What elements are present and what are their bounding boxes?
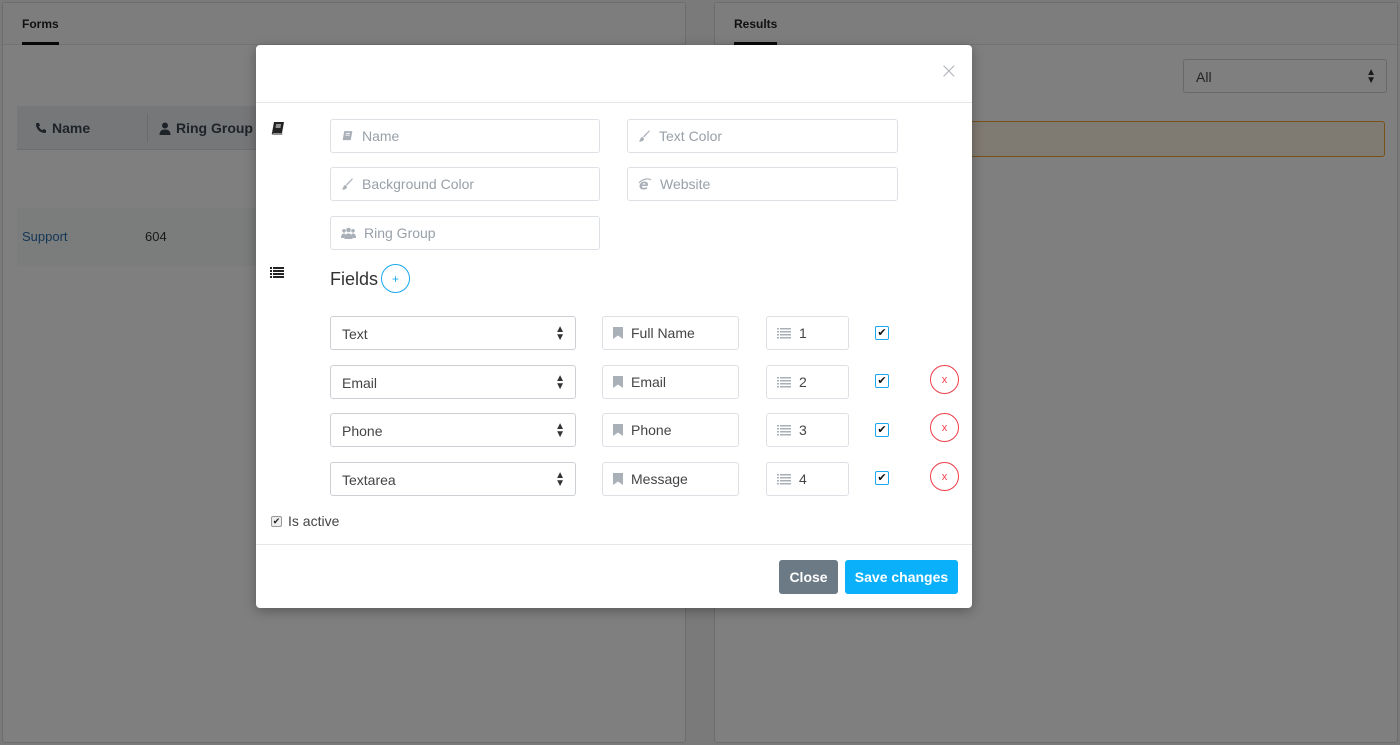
bookmark-icon xyxy=(613,327,623,339)
bookmark-icon xyxy=(613,473,623,485)
select-arrows-icon: ▲▼ xyxy=(555,373,565,392)
bookmark-icon xyxy=(613,376,623,388)
ring-group-placeholder: Ring Group xyxy=(364,225,436,241)
field-type-value: Textarea xyxy=(342,472,396,488)
field-order-value: 1 xyxy=(799,325,807,341)
background-color-placeholder: Background Color xyxy=(362,176,475,192)
modal-header: × xyxy=(256,45,972,103)
field-type-value: Email xyxy=(342,375,378,391)
field-type-value: Text xyxy=(342,326,368,342)
brush-icon xyxy=(639,130,650,142)
is-active-checkbox[interactable]: ✔ xyxy=(271,515,282,527)
remove-field-button[interactable]: x xyxy=(930,365,959,394)
field-required-checkbox[interactable]: ✔ xyxy=(875,423,889,437)
bookmark-icon xyxy=(613,424,623,436)
field-required-checkbox[interactable]: ✔ xyxy=(875,374,889,388)
field-label-input[interactable]: Phone xyxy=(602,413,739,447)
field-required-checkbox[interactable]: ✔ xyxy=(875,471,889,485)
close-icon[interactable]: × xyxy=(940,61,958,83)
field-type-select[interactable]: Email ▲ ▼ xyxy=(330,365,576,399)
field-order-value: 3 xyxy=(799,422,807,438)
book-icon xyxy=(342,131,353,141)
select-arrows-icon: ▲▼ xyxy=(555,470,565,489)
field-label-value: Phone xyxy=(631,422,672,438)
fields-heading: Fields xyxy=(330,269,379,289)
remove-field-button[interactable]: x xyxy=(930,413,959,442)
field-order-value: 2 xyxy=(799,374,807,390)
field-label-input[interactable]: Message xyxy=(602,462,739,496)
field-type-select[interactable]: Phone ▲ ▼ xyxy=(330,413,576,447)
list-icon xyxy=(777,473,791,484)
name-placeholder: Name xyxy=(362,128,400,144)
remove-field-button[interactable]: x xyxy=(930,462,959,491)
field-order-input[interactable]: 3 xyxy=(766,413,849,447)
text-color-field[interactable]: Text Color xyxy=(627,119,898,153)
select-arrows-icon: ▲▼ xyxy=(555,421,565,440)
ring-group-field[interactable]: Ring Group xyxy=(330,216,600,250)
field-required-checkbox[interactable]: ✔ xyxy=(875,326,889,340)
name-field[interactable]: Name xyxy=(330,119,600,153)
field-label-value: Full Name xyxy=(631,325,695,341)
list-icon xyxy=(270,267,284,278)
field-label-value: Email xyxy=(631,374,667,390)
save-changes-button[interactable]: Save changes xyxy=(845,560,958,594)
list-icon xyxy=(777,327,791,338)
field-label-input[interactable]: Full Name xyxy=(602,316,739,350)
background-color-field[interactable]: Background Color xyxy=(330,167,600,201)
website-field[interactable]: e Website xyxy=(627,167,898,201)
field-label-input[interactable]: Email xyxy=(602,365,739,399)
add-field-button[interactable]: + xyxy=(381,264,410,293)
field-order-input[interactable]: 2 xyxy=(766,365,849,399)
close-button[interactable]: Close xyxy=(779,560,838,594)
brush-icon xyxy=(342,178,353,190)
users-icon xyxy=(341,227,356,239)
field-order-input[interactable]: 4 xyxy=(766,462,849,496)
field-label-value: Message xyxy=(631,471,688,487)
website-placeholder: Website xyxy=(660,176,711,192)
list-icon xyxy=(777,424,791,435)
edit-form-modal: × Name Text Color Background Color e Web… xyxy=(256,45,972,608)
is-active-toggle[interactable]: ✔ Is active xyxy=(271,513,339,529)
field-order-value: 4 xyxy=(799,471,807,487)
book-icon xyxy=(271,122,284,135)
list-icon xyxy=(777,376,791,387)
field-order-input[interactable]: 1 xyxy=(766,316,849,350)
text-color-placeholder: Text Color xyxy=(659,128,723,144)
select-arrows-icon: ▲▼ xyxy=(555,324,565,343)
field-type-select[interactable]: Textarea ▲ ▼ xyxy=(330,462,576,496)
modal-footer: Close Save changes xyxy=(256,544,972,608)
globe-e-icon: e xyxy=(638,178,652,191)
field-type-select[interactable]: Text ▲ ▼ xyxy=(330,316,576,350)
is-active-label: Is active xyxy=(288,513,340,529)
field-type-value: Phone xyxy=(342,423,383,439)
